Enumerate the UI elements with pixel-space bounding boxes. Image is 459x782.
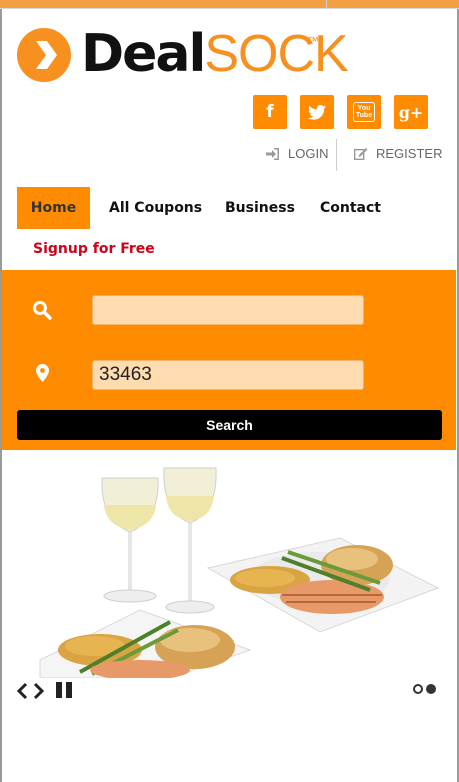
nav-contact-label: Contact bbox=[320, 200, 381, 216]
nav-home[interactable]: Home bbox=[17, 187, 90, 229]
slider-next-icon[interactable] bbox=[33, 682, 45, 700]
youtube-button[interactable]: You Tube bbox=[347, 95, 381, 129]
edit-icon bbox=[354, 148, 368, 160]
slider-dot-2[interactable] bbox=[426, 684, 436, 694]
slider-image bbox=[20, 460, 440, 678]
search-panel: Search bbox=[2, 270, 456, 450]
top-bar-divider bbox=[326, 0, 327, 8]
search-button[interactable]: Search bbox=[17, 410, 442, 440]
nav-contact[interactable]: Contact bbox=[320, 200, 381, 216]
location-input[interactable] bbox=[92, 360, 364, 390]
nav-signup[interactable]: Signup for Free bbox=[33, 241, 155, 257]
slider-prev-icon[interactable] bbox=[16, 682, 28, 700]
food-and-wine-illustration bbox=[39, 467, 440, 678]
auth-divider bbox=[336, 139, 337, 171]
register-link[interactable]: REGISTER bbox=[354, 146, 442, 161]
nav-signup-label: Signup for Free bbox=[33, 241, 155, 257]
slider-dot-1[interactable] bbox=[413, 684, 423, 694]
logo-arrow-icon bbox=[17, 28, 71, 82]
trademark-symbol: ™ bbox=[307, 34, 319, 48]
search-button-label: Search bbox=[206, 417, 253, 433]
login-label: LOGIN bbox=[288, 146, 329, 161]
logo-word-deal: Deal bbox=[81, 24, 206, 84]
slider-pagination bbox=[413, 684, 436, 694]
slider-pause-icon[interactable] bbox=[56, 682, 73, 698]
google-plus-button[interactable]: g+ bbox=[394, 95, 428, 129]
top-accent-bar bbox=[0, 0, 459, 9]
facebook-button[interactable]: f bbox=[253, 95, 287, 129]
google-plus-icon: g+ bbox=[398, 102, 424, 122]
youtube-icon: You Tube bbox=[353, 102, 375, 122]
register-label: REGISTER bbox=[376, 146, 443, 161]
logo-word-sock: SOCK bbox=[204, 25, 348, 83]
twitter-button[interactable] bbox=[300, 95, 334, 129]
search-icon bbox=[33, 301, 52, 320]
nav-home-label: Home bbox=[30, 200, 77, 216]
nav-business-label: Business bbox=[225, 200, 295, 216]
login-link[interactable]: LOGIN bbox=[266, 146, 328, 161]
sign-in-icon bbox=[266, 147, 279, 160]
keyword-input[interactable] bbox=[92, 295, 364, 325]
map-marker-icon bbox=[36, 364, 49, 382]
nav-all-coupons-label: All Coupons bbox=[109, 200, 203, 216]
nav-all-coupons[interactable]: All Coupons bbox=[109, 200, 202, 216]
twitter-icon bbox=[308, 104, 326, 120]
nav-business[interactable]: Business bbox=[225, 200, 295, 216]
facebook-icon: f bbox=[266, 102, 274, 122]
logo-wordmark: DealSOCK bbox=[81, 22, 349, 86]
